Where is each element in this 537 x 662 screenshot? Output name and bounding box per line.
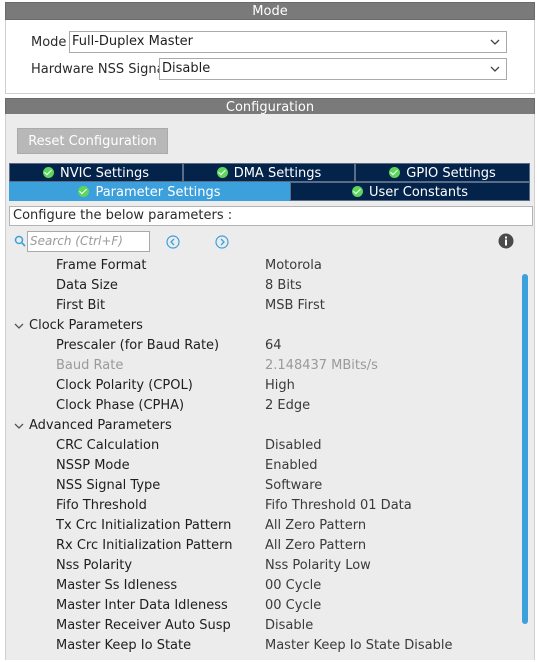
mode-select-value: Full-Duplex Master [72, 34, 194, 49]
search-icon[interactable] [14, 235, 26, 247]
param-row-fifo-threshold[interactable]: Fifo Threshold Fifo Threshold 01 Data [9, 496, 521, 516]
param-value: 00 Cycle [265, 598, 322, 613]
param-name: Clock Polarity (CPOL) [56, 378, 193, 393]
param-row-clock-polarity[interactable]: Clock Polarity (CPOL) High [9, 376, 521, 396]
param-value: 2.148437 MBits/s [265, 358, 378, 373]
param-value: 00 Cycle [265, 578, 322, 593]
param-name: Rx Crc Initialization Pattern [56, 538, 233, 553]
param-name: Master Keep Io State [56, 638, 192, 653]
param-name: First Bit [56, 298, 106, 313]
nss-label: Hardware NSS Signal [31, 61, 169, 77]
check-icon [216, 167, 228, 178]
param-row-tx-crc-init[interactable]: Tx Crc Initialization Pattern All Zero P… [9, 516, 521, 536]
chevron-down-icon[interactable] [14, 422, 24, 430]
param-value: MSB First [265, 298, 325, 313]
param-row-clock-phase[interactable]: Clock Phase (CPHA) 2 Edge [9, 396, 521, 416]
check-icon [389, 167, 401, 178]
tab-label: Parameter Settings [95, 185, 221, 200]
nss-select-value: Disable [162, 61, 211, 76]
param-row-nss-signal-type[interactable]: NSS Signal Type Software [9, 476, 521, 496]
param-row-rx-crc-init[interactable]: Rx Crc Initialization Pattern All Zero P… [9, 536, 521, 556]
tab-nvic-settings[interactable]: NVIC Settings [9, 163, 183, 182]
param-row-baud-rate: Baud Rate 2.148437 MBits/s [9, 356, 521, 376]
param-name: Master Inter Data Idleness [56, 598, 228, 613]
mode-label: Mode [31, 34, 67, 50]
mode-section-header: Mode [5, 2, 535, 20]
next-arrow-icon[interactable] [215, 235, 229, 249]
param-value: Fifo Threshold 01 Data [265, 498, 412, 513]
param-name: NSSP Mode [56, 458, 130, 473]
param-name: Master Ss Idleness [56, 578, 178, 593]
check-icon [78, 186, 90, 197]
nss-select[interactable]: Disable [159, 58, 507, 80]
param-row-crc-calculation[interactable]: CRC Calculation Disabled [9, 436, 521, 456]
param-row-nssp-mode[interactable]: NSSP Mode Enabled [9, 456, 521, 476]
check-icon [352, 186, 363, 197]
param-name: Baud Rate [56, 358, 124, 373]
param-row-master-ss-idleness[interactable]: Master Ss Idleness 00 Cycle [9, 576, 521, 596]
parameter-tree: Frame Format Motorola Data Size 8 Bits F… [9, 256, 521, 660]
param-value: Enabled [265, 458, 318, 473]
search-input[interactable]: Search (Ctrl+F) [27, 231, 150, 252]
tab-parameter-settings[interactable]: Parameter Settings [9, 182, 290, 201]
group-clock-parameters[interactable]: Clock Parameters [9, 316, 521, 336]
param-row-master-inter-data-idleness[interactable]: Master Inter Data Idleness 00 Cycle [9, 596, 521, 616]
param-name: CRC Calculation [56, 438, 160, 453]
param-name: Tx Crc Initialization Pattern [56, 518, 232, 533]
tab-label: NVIC Settings [60, 166, 149, 181]
param-name: Clock Phase (CPHA) [56, 398, 185, 413]
scrollbar-thumb[interactable] [522, 274, 528, 624]
param-row-master-keep-io-state[interactable]: Master Keep Io State Master Keep Io Stat… [9, 636, 521, 656]
param-name: Fifo Threshold [56, 498, 147, 513]
param-value: Disabled [265, 438, 322, 453]
mode-row: Mode [31, 31, 66, 53]
mode-panel: Mode Full-Duplex Master Hardware NSS Sig… [5, 20, 535, 94]
configuration-panel: Reset Configuration NVIC Settings DMA Se… [5, 114, 535, 660]
info-icon[interactable] [498, 233, 514, 249]
chevron-down-icon [490, 66, 500, 72]
param-name: Prescaler (for Baud Rate) [56, 338, 220, 353]
chevron-down-icon [490, 39, 500, 45]
previous-arrow-icon[interactable] [166, 235, 180, 249]
reset-configuration-button[interactable]: Reset Configuration [17, 128, 168, 154]
param-name: NSS Signal Type [56, 478, 161, 493]
param-value: All Zero Pattern [265, 538, 367, 553]
check-icon [43, 167, 54, 178]
param-name: Frame Format [56, 258, 147, 273]
param-name: Data Size [56, 278, 118, 293]
param-row-nss-polarity[interactable]: Nss Polarity Nss Polarity Low [9, 556, 521, 576]
param-value: Software [265, 478, 323, 493]
param-value: Master Keep Io State Disable [265, 638, 453, 653]
param-value: Disable [265, 618, 314, 633]
param-value: 64 [265, 338, 282, 353]
group-name: Advanced Parameters [29, 418, 172, 433]
param-value: High [265, 378, 295, 393]
vertical-scrollbar[interactable] [522, 256, 530, 660]
param-row-frame-format[interactable]: Frame Format Motorola [9, 256, 521, 276]
group-name: Clock Parameters [29, 318, 143, 333]
param-value: 2 Edge [265, 398, 311, 413]
tab-dma-settings[interactable]: DMA Settings [183, 163, 355, 182]
parameters-hint: Configure the below parameters : [9, 206, 533, 226]
param-row-data-size[interactable]: Data Size 8 Bits [9, 276, 521, 296]
param-row-first-bit[interactable]: First Bit MSB First [9, 296, 521, 316]
tab-label: User Constants [369, 185, 468, 200]
param-value: Nss Polarity Low [265, 558, 371, 573]
tab-gpio-settings[interactable]: GPIO Settings [355, 163, 530, 182]
param-row-master-receiver-auto-susp[interactable]: Master Receiver Auto Susp Disable [9, 616, 521, 636]
group-advanced-parameters[interactable]: Advanced Parameters [9, 416, 521, 436]
chevron-down-icon[interactable] [14, 322, 24, 330]
tab-user-constants[interactable]: User Constants [290, 182, 530, 201]
param-value: 8 Bits [265, 278, 302, 293]
param-value: Motorola [265, 258, 322, 273]
param-row-prescaler[interactable]: Prescaler (for Baud Rate) 64 [9, 336, 521, 356]
tab-label: GPIO Settings [406, 166, 496, 181]
tab-label: DMA Settings [233, 166, 322, 181]
param-name: Nss Polarity [56, 558, 133, 573]
mode-select[interactable]: Full-Duplex Master [69, 31, 507, 53]
param-value: All Zero Pattern [265, 518, 367, 533]
param-name: Master Receiver Auto Susp [56, 618, 231, 633]
spi-config-window: Mode Mode Full-Duplex Master Hardware NS… [5, 2, 535, 660]
nss-row: Hardware NSS Signal [31, 58, 168, 80]
